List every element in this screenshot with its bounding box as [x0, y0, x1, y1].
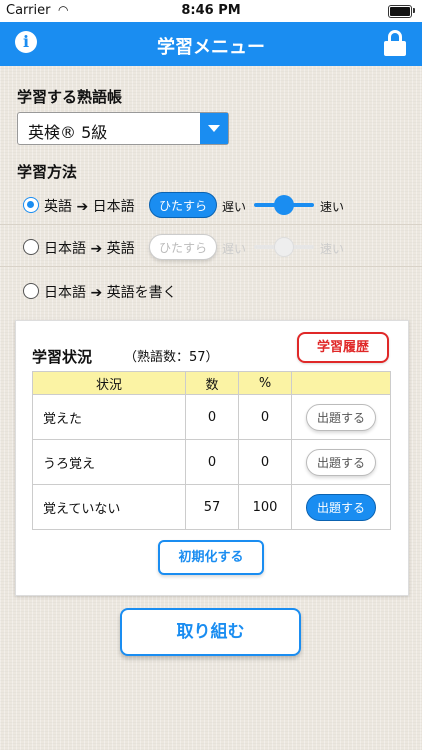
table-row: うろ覚え 0 0 出題する — [32, 439, 391, 485]
method-label-ja-en-write: 日本語 ➔ 英語を書く — [44, 285, 177, 301]
quiz-button[interactable]: 出題する — [306, 403, 376, 431]
row-status: うろ覚え — [32, 439, 186, 485]
row-percent: 0 — [238, 439, 292, 485]
quiz-button[interactable]: 出題する — [306, 493, 376, 521]
word-count: （熟語数：57） — [124, 350, 219, 365]
speed-slider-handle[interactable] — [274, 237, 294, 257]
row-count: 0 — [185, 439, 239, 485]
slow-label: 遅い — [222, 200, 247, 214]
table-row: 覚えていない 57 100 出題する — [32, 484, 391, 530]
method-label-ja-en: 日本語 ➔ 英語 — [44, 241, 135, 257]
battery-icon — [388, 5, 412, 18]
book-section-label: 学習する熟語帳 — [17, 88, 123, 106]
column-header-status: 状況 — [32, 371, 186, 395]
column-header-percent: % — [238, 371, 292, 395]
clock: 8:46 PM — [181, 3, 241, 18]
reset-button[interactable]: 初期化する — [158, 540, 264, 575]
radio-ja-en-write[interactable] — [23, 283, 39, 299]
status-card-title: 学習状況 — [32, 348, 93, 366]
speed-slider-handle[interactable] — [274, 195, 294, 215]
book-select[interactable]: 英検® 5級 — [17, 112, 229, 145]
slow-label: 遅い — [222, 242, 247, 256]
mode-button-ja-en[interactable]: ひたすら — [149, 234, 217, 260]
fast-label: 速い — [320, 242, 345, 256]
book-select-value: 英検® 5級 — [28, 123, 108, 142]
history-button[interactable]: 学習履歴 — [297, 332, 389, 363]
quiz-button[interactable]: 出題する — [306, 448, 376, 476]
status-bar: Carrier ◠ 8:46 PM — [0, 0, 422, 22]
row-status: 覚えていない — [32, 484, 186, 530]
row-percent: 100 — [238, 484, 292, 530]
chevron-down-icon[interactable] — [200, 113, 228, 144]
lock-icon[interactable] — [384, 30, 406, 56]
column-header-count: 数 — [185, 371, 239, 395]
method-row-ja-en-write: 日本語 ➔ 英語を書く — [0, 272, 422, 310]
radio-en-ja[interactable] — [23, 197, 39, 213]
method-section-label: 学習方法 — [17, 163, 78, 181]
row-count: 0 — [185, 394, 239, 440]
status-table: 状況 数 % 覚えた 0 0 出題する うろ覚え 0 0 出題する 覚えていない… — [32, 371, 391, 530]
table-header-row: 状況 数 % — [32, 371, 391, 395]
fast-label: 速い — [320, 200, 345, 214]
nav-bar: i 学習メニュー — [0, 22, 422, 66]
status-card: 学習状況 （熟語数：57） 学習履歴 状況 数 % 覚えた 0 0 出題する う… — [15, 320, 409, 596]
method-row-en-ja: 英語 ➔ 日本語 ひたすら 遅い 速い — [0, 186, 422, 225]
row-status: 覚えた — [32, 394, 186, 440]
mode-button-en-ja[interactable]: ひたすら — [149, 192, 217, 218]
start-button[interactable]: 取り組む — [120, 608, 301, 656]
method-row-ja-en: 日本語 ➔ 英語 ひたすら 遅い 速い — [0, 228, 422, 267]
table-row: 覚えた 0 0 出題する — [32, 394, 391, 440]
column-header-action — [291, 371, 391, 395]
row-count: 57 — [185, 484, 239, 530]
row-percent: 0 — [238, 394, 292, 440]
page-title: 学習メニュー — [157, 37, 265, 58]
method-label-en-ja: 英語 ➔ 日本語 — [44, 199, 135, 215]
radio-ja-en[interactable] — [23, 239, 39, 255]
